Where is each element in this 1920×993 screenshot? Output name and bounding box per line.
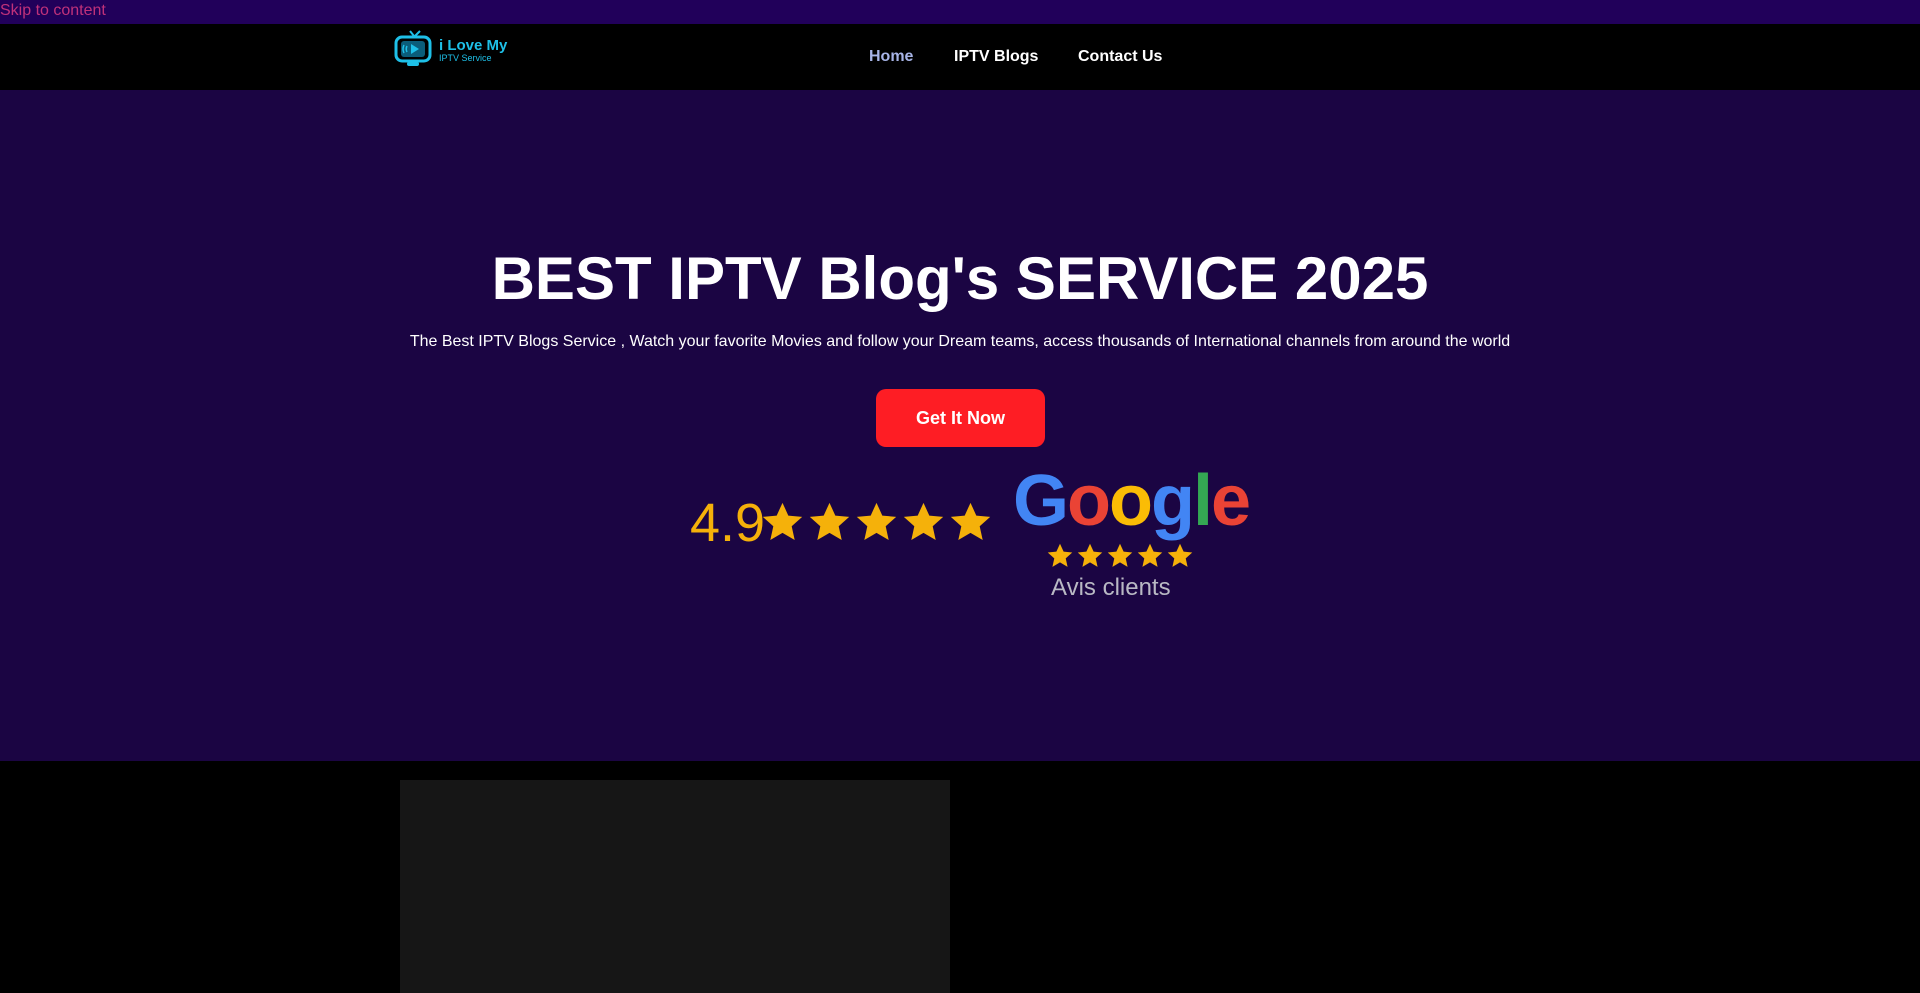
get-it-now-button[interactable]: Get It Now [876, 389, 1045, 447]
google-logo: Google [1013, 460, 1251, 542]
star-icon [1137, 543, 1163, 567]
nav-home[interactable]: Home [869, 48, 913, 66]
star-icon [903, 502, 944, 540]
star-icon [1047, 543, 1073, 567]
google-stars [1046, 542, 1194, 570]
google-letter: o [1109, 461, 1153, 541]
google-letter: o [1067, 461, 1111, 541]
star-icon [809, 502, 850, 540]
skip-to-content-link[interactable]: Skip to content [0, 2, 106, 20]
hero-title: BEST IPTV Blog's SERVICE 2025 [491, 245, 1429, 312]
nav-iptv-blogs[interactable]: IPTV Blogs [954, 48, 1038, 66]
star-icon [1077, 543, 1103, 567]
google-letter: l [1192, 461, 1213, 541]
google-reviews-badge: Google Avis clients [1013, 461, 1251, 620]
skip-bar: Skip to content [0, 0, 1920, 24]
star-icon [950, 502, 991, 540]
star-icon [856, 502, 897, 540]
reviews-caption: Avis clients [1051, 574, 1171, 601]
google-letter: e [1210, 461, 1251, 541]
rating-score: 4.9 [690, 493, 766, 553]
star-icon [1167, 543, 1193, 567]
rating-badge: 4.9 Google Avis clients [688, 461, 1251, 620]
hero-subtitle: The Best IPTV Blogs Service , Watch your… [409, 333, 1511, 350]
nav-contact-us[interactable]: Contact Us [1078, 48, 1162, 66]
main-nav: Home IPTV Blogs Contact Us [0, 24, 1920, 90]
hero-section: BEST IPTV Blog's SERVICE 2025 The Best I… [0, 90, 1920, 761]
google-letter: G [1013, 461, 1069, 541]
content-card [400, 780, 950, 993]
rating-stars [760, 500, 993, 550]
google-letter: g [1150, 461, 1195, 541]
site-header: i Love My IPTV Service Home IPTV Blogs C… [0, 24, 1920, 90]
star-icon [762, 502, 803, 540]
star-icon [1107, 543, 1133, 567]
